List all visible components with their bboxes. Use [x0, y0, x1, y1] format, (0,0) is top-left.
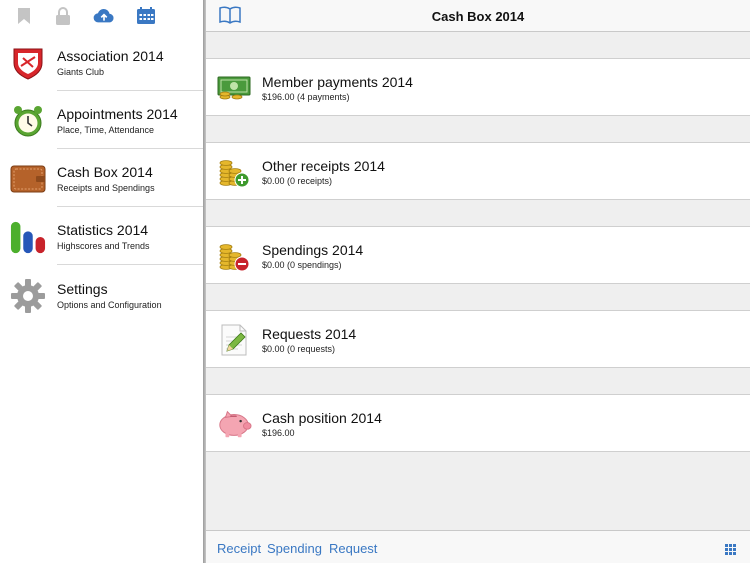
alarm-clock-icon [10, 103, 46, 139]
lock-icon[interactable] [52, 6, 74, 26]
request-button[interactable]: Request [329, 541, 377, 556]
sidebar-item-title: Statistics 2014 [57, 222, 149, 238]
sidebar-item-subtitle: Highscores and Trends [57, 241, 150, 251]
bar-chart-icon [10, 219, 46, 255]
receipt-button[interactable]: Receipt [217, 541, 261, 556]
sidebar-item-title: Appointments 2014 [57, 106, 178, 122]
coins-minus-icon [216, 238, 252, 274]
banknote-coins-icon [216, 70, 252, 106]
pencil-paper-icon [216, 322, 252, 358]
list-item-title: Spendings 2014 [262, 242, 364, 258]
list-item-cash-position[interactable]: Cash position 2014 $196.00 [206, 394, 750, 452]
list-item-title: Other receipts 2014 [262, 158, 385, 174]
bookmark-icon[interactable] [13, 6, 35, 26]
list-item-member-payments[interactable]: Member payments 2014 $196.00 (4 payments… [206, 58, 750, 116]
sidebar-item-appointments[interactable]: Appointments 2014 Place, Time, Attendanc… [0, 91, 203, 149]
piggy-bank-icon [216, 406, 252, 442]
list-item-requests[interactable]: Requests 2014 $0.00 (0 requests) [206, 310, 750, 368]
sidebar-item-settings[interactable]: Settings Options and Configuration [0, 266, 203, 324]
list-item-subtitle: $0.00 (0 spendings) [262, 260, 342, 270]
sidebar-item-subtitle: Receipts and Spendings [57, 183, 155, 193]
sidebar-item-subtitle: Place, Time, Attendance [57, 125, 155, 135]
bottom-toolbar: Receipt Spending Request [206, 530, 750, 563]
sidebar-toolbar [0, 0, 203, 32]
sidebar-item-statistics[interactable]: Statistics 2014 Highscores and Trends [0, 207, 203, 265]
list-item-subtitle: $0.00 (0 requests) [262, 344, 336, 354]
sidebar-item-subtitle: Options and Configuration [57, 300, 162, 310]
grid-view-icon[interactable] [725, 542, 736, 555]
sidebar: Association 2014 Giants Club Appointment… [0, 0, 203, 563]
separator [57, 264, 203, 265]
list-item-title: Cash position 2014 [262, 410, 382, 426]
sidebar-item-title: Association 2014 [57, 48, 164, 64]
gear-icon [10, 278, 46, 314]
list-item-subtitle: $196.00 [262, 428, 295, 438]
list-item-title: Member payments 2014 [262, 74, 413, 90]
sidebar-item-cashbox[interactable]: Cash Box 2014 Receipts and Spendings [0, 149, 203, 207]
list-item-subtitle: $196.00 (4 payments) [262, 92, 350, 102]
cloud-upload-icon[interactable] [93, 6, 115, 26]
list-item-subtitle: $0.00 (0 receipts) [262, 176, 333, 186]
sidebar-item-title: Settings [57, 281, 108, 297]
list-item-title: Requests 2014 [262, 326, 357, 342]
coins-plus-icon [216, 154, 252, 190]
page-title: Cash Box 2014 [431, 9, 525, 24]
spending-button[interactable]: Spending [267, 541, 322, 556]
main-header: Cash Box 2014 [206, 0, 750, 32]
club-crest-icon [10, 45, 46, 81]
wallet-icon [10, 161, 46, 197]
main-panel: Cash Box 2014 Member payments 2014 $196.… [206, 0, 750, 563]
sidebar-item-title: Cash Box 2014 [57, 164, 153, 180]
list-item-other-receipts[interactable]: Other receipts 2014 $0.00 (0 receipts) [206, 142, 750, 200]
calendar-icon[interactable] [135, 6, 157, 26]
list-item-spendings[interactable]: Spendings 2014 $0.00 (0 spendings) [206, 226, 750, 284]
sidebar-item-association[interactable]: Association 2014 Giants Club [0, 33, 203, 91]
sidebar-item-subtitle: Giants Club [57, 67, 105, 77]
